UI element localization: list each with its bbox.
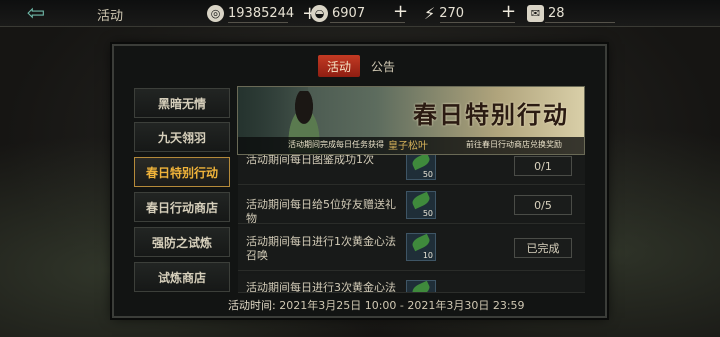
task-text: 活动期间每日进行3次黄金心法召 [246,281,396,292]
sidebar-item-defense-trial[interactable]: 强防之试炼 [134,227,230,257]
sidebar-item-dark[interactable]: 黑暗无情 [134,88,230,118]
ticket-value: 28 [548,6,565,21]
task-status[interactable]: 0/1 [514,156,572,176]
reward-count: 50 [422,209,433,218]
divider [545,22,615,23]
reward-item[interactable] [406,280,436,292]
banner-caption-left: 活动期间完成每日任务获得 [288,140,384,149]
back-arrow-icon: ⇦ [26,0,46,26]
sidebar-item-feather[interactable]: 九天翎羽 [134,122,230,152]
add-ingot-button[interactable]: + [393,3,408,21]
task-row: 活动期间每日进行3次黄金心法召 [238,274,585,292]
divider [330,22,405,23]
sidebar-item-spring-shop[interactable]: 春日行动商店 [134,192,230,222]
reward-count: 10 [422,251,433,260]
task-row: 活动期间每日给5位好友赠送礼物 50 0/5 [238,186,585,225]
reward-item[interactable]: 50 [406,152,436,180]
currency-coin: ◎ 19385244 + [207,4,317,23]
leaf-icon [410,280,432,292]
task-status[interactable]: 已完成 [514,238,572,258]
reward-item[interactable]: 50 [406,191,436,219]
divider [228,22,288,23]
banner-caption-right: 前往春日行动商店兑换奖励 [466,140,562,149]
event-banner: 春日特别行动 活动期间完成每日任务获得 皇子松叶 前往春日行动商店兑换奖励 [237,86,585,155]
top-bar: ⇦ 活动 ◎ 19385244 + ◒ 6907 + ⚡ 270 + ✉ 28 [0,0,720,27]
energy-value: 270 [439,6,465,21]
add-energy-button[interactable]: + [501,3,516,21]
event-time-range: 2021年3月25日 10:00 - 2021年3月30日 23:59 [279,299,525,312]
page-title: 活动 [97,9,124,24]
ingot-value: 6907 [332,6,366,21]
divider [440,22,515,23]
leaf-icon [410,152,432,171]
banner-caption-item: 皇子松叶 [388,141,428,152]
currency-ingot: ◒ 6907 [311,4,365,23]
banner-caption: 活动期间完成每日任务获得 皇子松叶 前往春日行动商店兑换奖励 [238,137,584,154]
task-text: 活动期间每日进行1次黄金心法召唤 [246,235,396,262]
task-status[interactable]: 0/5 [514,195,572,215]
reward-item[interactable]: 10 [406,233,436,261]
task-text: 活动期间每日图鉴成功1次 [246,153,374,166]
reward-count: 50 [422,170,433,179]
leaf-icon [410,191,432,210]
currency-ticket: ✉ 28 [527,4,565,23]
tab-activity[interactable]: 活动 [318,55,361,77]
ticket-icon: ✉ [527,5,544,22]
divider [238,292,585,293]
event-time: 活动时间: 2021年3月25日 10:00 - 2021年3月30日 23:5… [228,297,525,313]
lightning-icon: ⚡ [424,4,436,23]
sidebar-item-spring-event[interactable]: 春日特别行动 [134,157,230,187]
coin-icon: ◎ [207,5,224,22]
task-text: 活动期间每日给5位好友赠送礼物 [246,198,396,225]
leaf-icon [410,233,432,252]
banner-title: 春日特别行动 [413,101,569,129]
event-time-label: 活动时间: [228,299,276,312]
task-row: 活动期间每日进行1次黄金心法召唤 10 已完成 [238,226,585,271]
coin-value: 19385244 [228,6,295,21]
ingot-icon: ◒ [311,5,328,22]
tab-announcement[interactable]: 公告 [362,55,404,77]
back-button[interactable]: ⇦ [14,0,58,26]
sidebar-item-trial-shop[interactable]: 试炼商店 [134,262,230,292]
currency-energy: ⚡ 270 [424,4,464,23]
